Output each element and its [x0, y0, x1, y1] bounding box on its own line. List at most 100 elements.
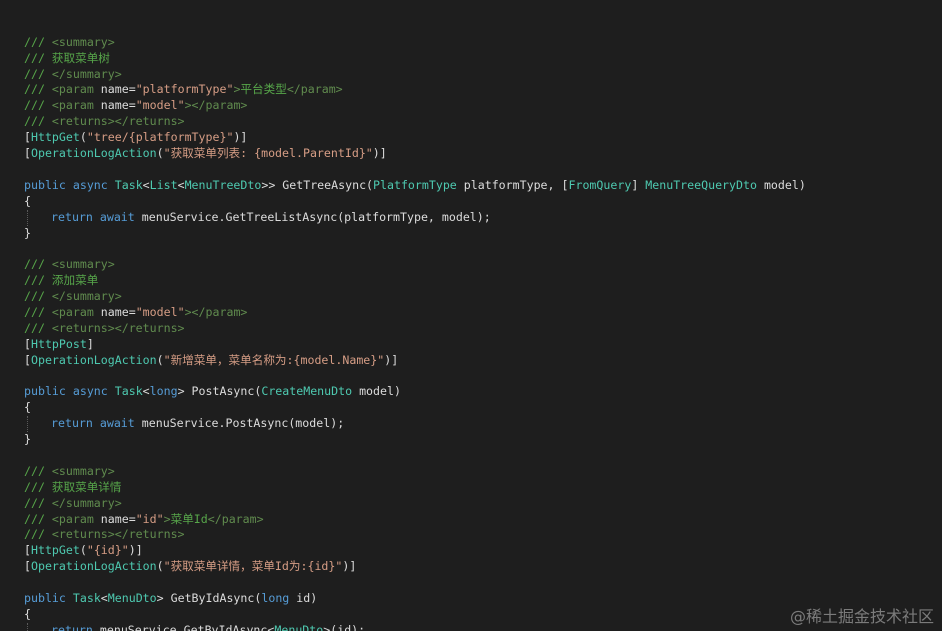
code-token: /// — [24, 495, 52, 510]
code-token: /// 添加菜单 — [24, 273, 99, 288]
code-token: /// — [24, 304, 52, 319]
code-token: CreateMenuDto — [261, 384, 353, 399]
code-token: "tree/{platformType}" — [86, 130, 234, 145]
code-line: public async Task<List<MenuTreeDto>> Get… — [24, 178, 942, 194]
code-editor[interactable]: /// <summary>/// 获取菜单树/// </summary>/// … — [0, 0, 942, 631]
code-token: { — [24, 606, 31, 621]
code-token: 平台类型 — [240, 82, 287, 97]
code-token: ] — [631, 177, 646, 192]
code-lines: /// <summary>/// 获取菜单树/// </summary>/// … — [24, 35, 942, 631]
code-line: { — [24, 194, 942, 210]
code-line: } — [24, 432, 942, 448]
code-token: < — [142, 384, 150, 399]
code-token: <summary> — [51, 463, 115, 478]
code-token: [ — [24, 336, 31, 351]
code-token: ></param> — [184, 304, 248, 319]
code-token: "id" — [135, 511, 164, 526]
code-line: /// </summary> — [24, 289, 942, 305]
code-line: /// <param name="model"></param> — [24, 305, 942, 321]
code-token: "model" — [135, 98, 185, 113]
code-token: ( — [79, 130, 87, 145]
code-line: [HttpPost] — [24, 337, 942, 353]
code-token: <param — [51, 82, 101, 97]
code-token: </summary> — [51, 289, 122, 304]
code-line: /// <summary> — [24, 257, 942, 273]
code-token: < — [177, 177, 185, 192]
code-token: [ — [24, 559, 31, 574]
code-token: /// 获取菜单树 — [24, 50, 110, 65]
code-token: { — [24, 400, 31, 415]
code-token: <summary> — [51, 34, 115, 49]
code-token: Task — [72, 590, 101, 605]
code-token: </param> — [207, 511, 264, 526]
code-token: ( — [156, 352, 164, 367]
code-line: [HttpGet("{id}")] — [24, 543, 942, 559]
code-line: /// </summary> — [24, 496, 942, 512]
code-token: )] — [384, 352, 399, 367]
code-token: ( — [156, 559, 164, 574]
code-token: PlatformType — [373, 177, 457, 192]
code-token: ></param> — [184, 98, 248, 113]
code-token: model) — [756, 177, 806, 192]
code-token: <returns></returns> — [51, 114, 185, 129]
code-line: /// <returns></returns> — [24, 527, 942, 543]
code-token: /// — [24, 114, 52, 129]
code-token: menuService.PostAsync(model); — [141, 416, 345, 431]
code-token: "获取菜单详情，菜单Id为:{id}" — [163, 559, 343, 574]
code-token: > PostAsync( — [177, 384, 262, 399]
code-line: /// </summary> — [24, 67, 942, 83]
code-line: /// <summary> — [24, 35, 942, 51]
code-token: MenuDto — [274, 622, 324, 631]
code-line: } — [24, 226, 942, 242]
code-token: Task — [114, 177, 143, 192]
code-token: menuService.GetTreeListAsync(platformTyp… — [141, 209, 491, 224]
code-line: /// <summary> — [24, 464, 942, 480]
code-token: )] — [342, 559, 357, 574]
code-token: <summary> — [51, 257, 115, 272]
code-token: /// — [24, 463, 52, 478]
code-line: [OperationLogAction("获取菜单详情，菜单Id为:{id}")… — [24, 559, 942, 575]
code-token: < — [100, 590, 108, 605]
code-line: [OperationLogAction("获取菜单列表: {model.Pare… — [24, 146, 942, 162]
code-line: return await menuService.GetTreeListAsyn… — [24, 209, 942, 226]
code-token: /// — [24, 320, 52, 335]
code-token: MenuTreeQueryDto — [645, 177, 757, 192]
code-token: /// — [24, 82, 52, 97]
code-line: [OperationLogAction("新增菜单，菜单名称为:{model.N… — [24, 353, 942, 369]
code-token: return await — [51, 209, 142, 224]
code-line: { — [24, 400, 942, 416]
code-token: /// — [24, 257, 52, 272]
code-line: /// 获取菜单树 — [24, 51, 942, 67]
code-token: menuService.GetByIdAsync< — [99, 622, 275, 631]
code-token: "新增菜单，菜单名称为:{model.Name}" — [163, 352, 385, 367]
code-token: )] — [233, 130, 248, 145]
code-token: model) — [352, 384, 401, 399]
code-token: "platformType" — [135, 82, 234, 97]
code-token: ( — [79, 543, 87, 558]
code-token: "{id}" — [86, 543, 129, 558]
code-token: HttpGet — [30, 543, 80, 558]
code-token: platformType, [ — [456, 177, 569, 192]
code-token: ( — [156, 146, 164, 161]
code-token: [ — [24, 543, 31, 558]
code-token: public — [24, 590, 73, 605]
code-token: id) — [289, 590, 318, 605]
code-line: public Task<MenuDto> GetByIdAsync(long i… — [24, 591, 942, 607]
code-token: /// — [24, 66, 52, 81]
code-token: <returns></returns> — [51, 320, 185, 335]
code-line: /// 获取菜单详情 — [24, 480, 942, 496]
code-token: FromQuery — [568, 177, 632, 192]
code-token: MenuTreeDto — [184, 177, 262, 192]
code-token: name= — [100, 304, 136, 319]
code-token: HttpPost — [30, 336, 87, 351]
code-token: { — [24, 193, 31, 208]
code-token: long — [261, 590, 290, 605]
code-token: OperationLogAction — [30, 146, 157, 161]
code-token: >(id); — [323, 622, 366, 631]
code-line: /// 添加菜单 — [24, 273, 942, 289]
code-token: <param — [51, 511, 101, 526]
code-line: /// <param name="model"></param> — [24, 98, 942, 114]
